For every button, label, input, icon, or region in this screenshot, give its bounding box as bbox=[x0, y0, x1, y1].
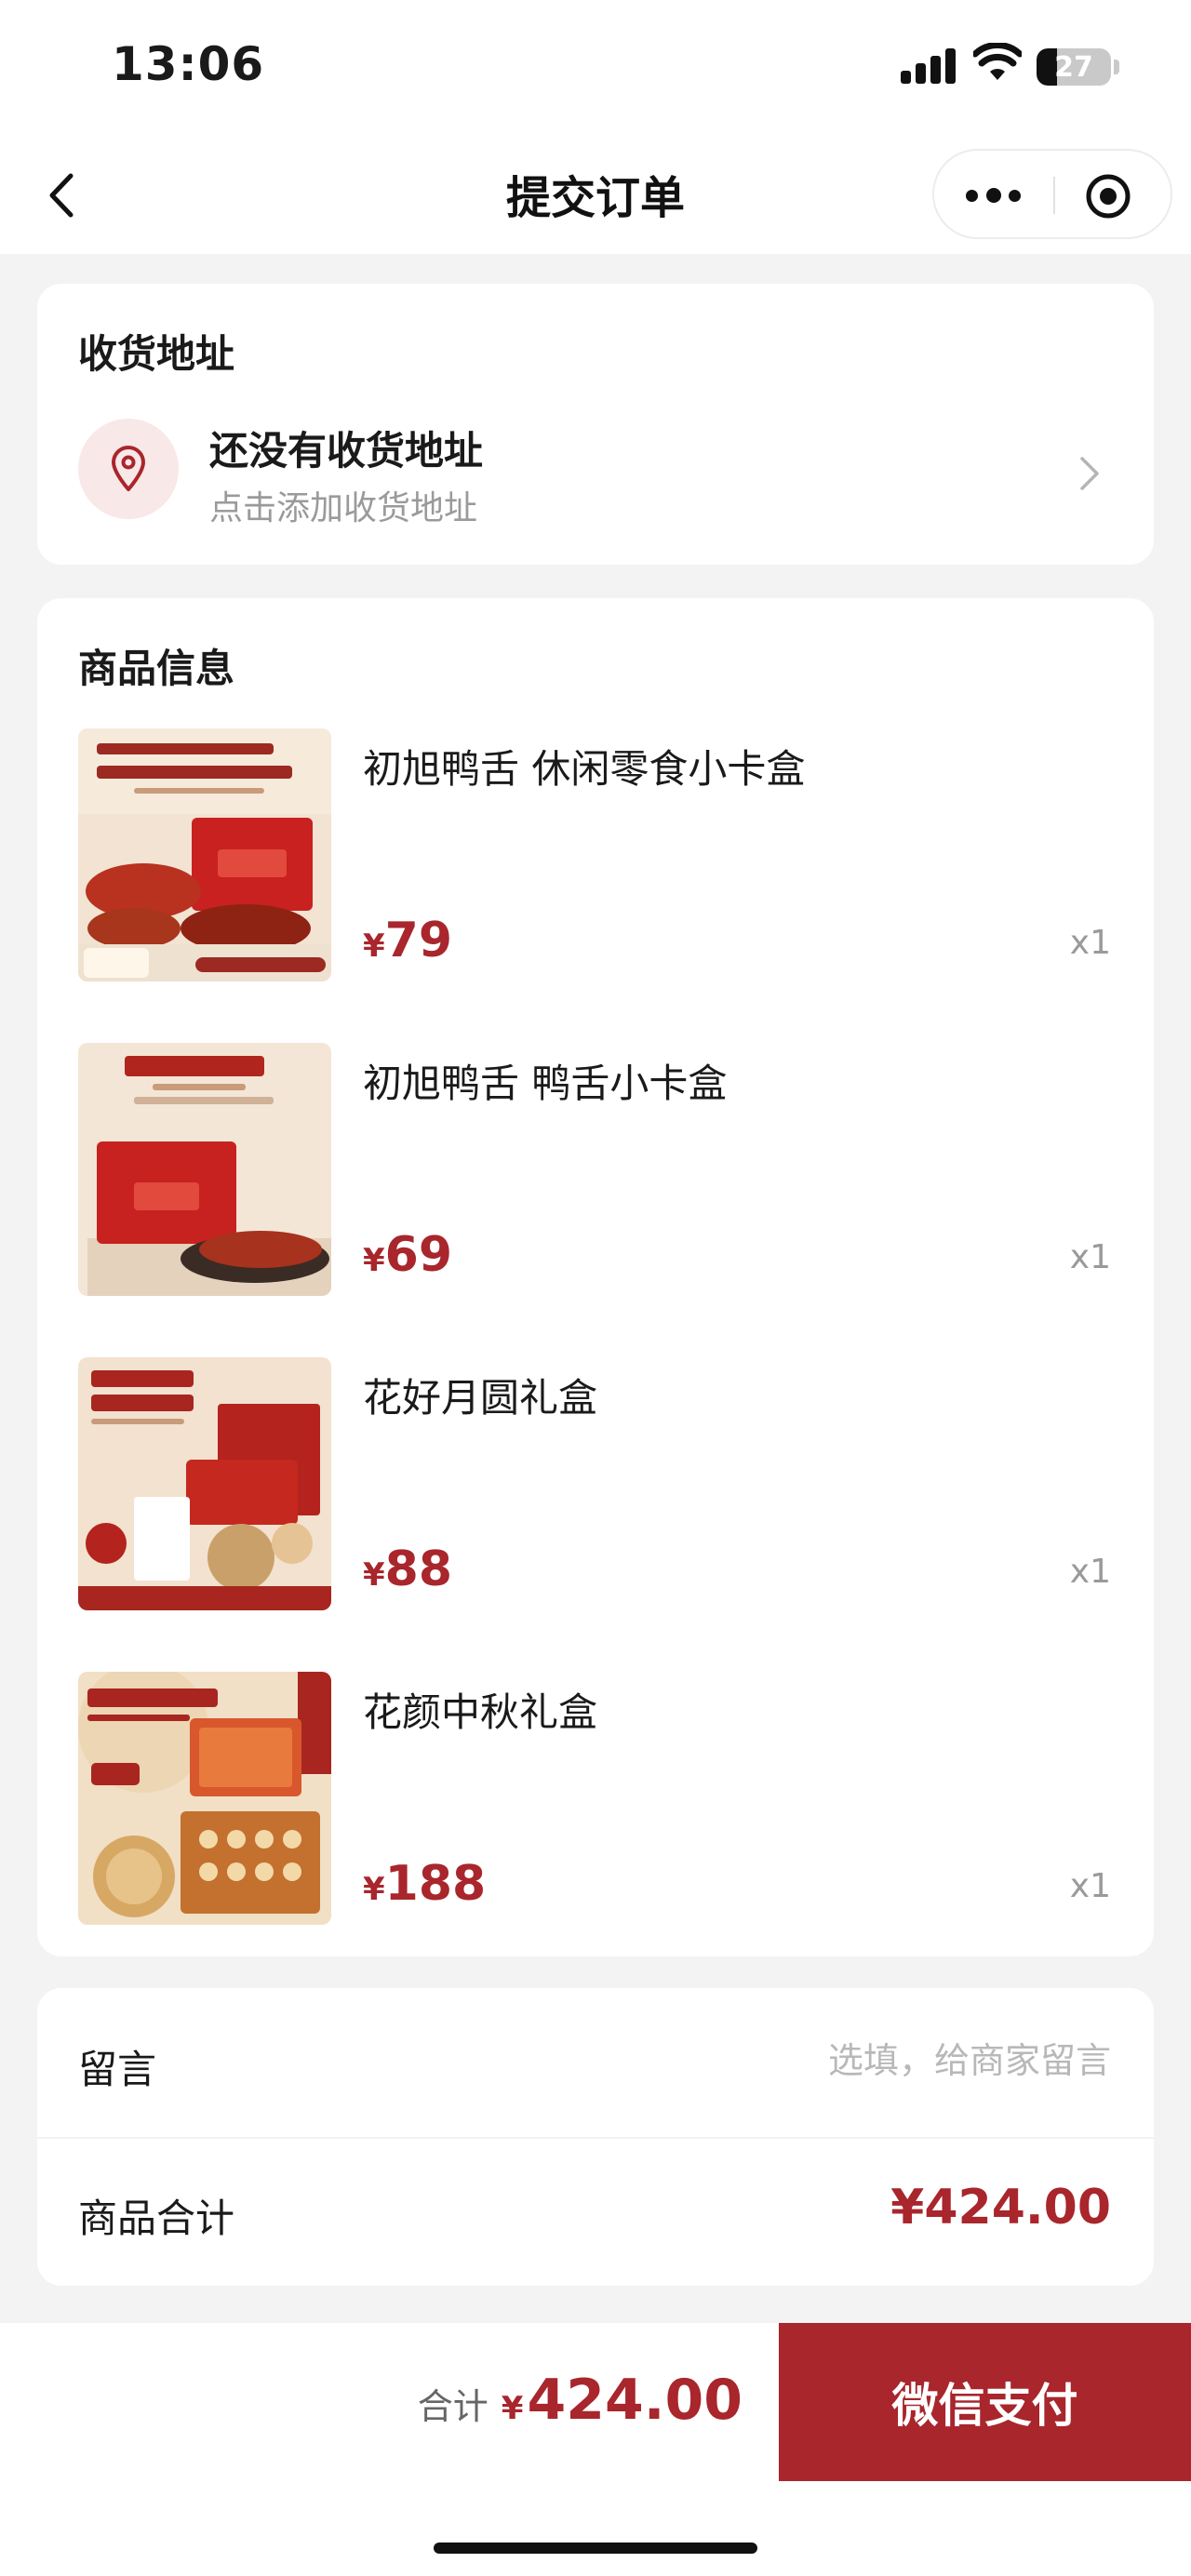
goods-name: 初旭鸭舌 鸭舌小卡盒 bbox=[363, 1061, 728, 1106]
subtotal-value: ¥424.00 bbox=[890, 2180, 1111, 2236]
home-indicator bbox=[434, 2543, 757, 2554]
message-label: 留言 bbox=[78, 2047, 157, 2092]
miniprogram-capsule bbox=[932, 149, 1172, 239]
goods-item[interactable]: 花好月圆礼盒 ¥88 x1 bbox=[37, 1357, 1154, 1610]
goods-item[interactable]: 初旭鸭舌 鸭舌小卡盒 ¥69 x1 bbox=[37, 1043, 1154, 1296]
goods-name: 花好月圆礼盒 bbox=[363, 1375, 598, 1421]
battery-icon: 27 bbox=[1037, 48, 1111, 86]
goods-item[interactable]: 花颜中秋礼盒 ¥188 x1 bbox=[37, 1672, 1154, 1925]
address-empty-hint: 点击添加收货地址 bbox=[209, 489, 478, 527]
wechat-pay-button[interactable]: 微信支付 bbox=[779, 2323, 1191, 2481]
goods-name: 花颜中秋礼盒 bbox=[363, 1689, 598, 1735]
goods-price: ¥69 bbox=[363, 1227, 452, 1283]
goods-price: ¥79 bbox=[363, 913, 452, 968]
goods-quantity: x1 bbox=[1069, 1553, 1111, 1591]
price-amount: 79 bbox=[384, 913, 453, 968]
order-summary-card: 留言 商品合计 ¥424.00 bbox=[37, 1988, 1154, 2286]
message-input[interactable] bbox=[590, 2035, 1111, 2087]
product-image bbox=[78, 1672, 331, 1925]
goods-name: 初旭鸭舌 休闲零食小卡盒 bbox=[363, 746, 806, 792]
total-label: 合计 bbox=[417, 2386, 488, 2427]
checkout-bar: 合计 ¥ 424.00 微信支付 bbox=[0, 2323, 1191, 2576]
battery-level: 27 bbox=[1054, 50, 1093, 84]
price-currency: ¥ bbox=[363, 1871, 385, 1908]
close-miniprogram-icon[interactable] bbox=[1083, 171, 1133, 221]
status-time: 13:06 bbox=[112, 37, 265, 91]
nav-bar: 提交订单 bbox=[0, 135, 1191, 254]
battery-tip bbox=[1114, 60, 1119, 74]
address-section-title: 收货地址 bbox=[78, 331, 235, 377]
cellular-signal-icon bbox=[901, 47, 957, 84]
product-image bbox=[78, 1043, 331, 1296]
goods-item[interactable]: 初旭鸭舌 休闲零食小卡盒 ¥79 x1 bbox=[37, 728, 1154, 981]
price-amount: 69 bbox=[384, 1227, 453, 1283]
capsule-divider bbox=[1053, 177, 1055, 214]
goods-card: 商品信息 初旭鸭舌 休闲零食小卡盒 ¥79 x1 初旭鸭舌 鸭舌小卡盒 ¥69 … bbox=[37, 598, 1154, 1956]
product-image bbox=[78, 1357, 331, 1610]
chevron-right-icon bbox=[1080, 457, 1099, 490]
address-empty-title: 还没有收货地址 bbox=[209, 428, 484, 474]
subtotal-label: 商品合计 bbox=[78, 2196, 235, 2241]
location-pin-badge bbox=[78, 419, 179, 519]
price-currency: ¥ bbox=[363, 928, 385, 965]
message-row: 留言 bbox=[37, 1988, 1154, 2139]
location-pin-icon bbox=[112, 446, 145, 491]
status-bar: 13:06 27 bbox=[0, 0, 1191, 135]
address-card[interactable]: 收货地址 还没有收货地址 点击添加收货地址 bbox=[37, 284, 1154, 565]
goods-price: ¥88 bbox=[363, 1542, 452, 1597]
price-currency: ¥ bbox=[363, 1556, 385, 1594]
more-options-button[interactable] bbox=[962, 173, 1027, 218]
product-image bbox=[78, 728, 331, 981]
price-amount: 188 bbox=[384, 1856, 487, 1912]
subtotal-row: 商品合计 ¥424.00 bbox=[37, 2137, 1154, 2286]
total-currency: ¥ bbox=[501, 2390, 524, 2427]
price-amount: 88 bbox=[384, 1542, 453, 1597]
goods-quantity: x1 bbox=[1069, 1867, 1111, 1905]
total-amount: 424.00 bbox=[527, 2368, 743, 2433]
goods-section-title: 商品信息 bbox=[78, 646, 235, 691]
wifi-icon bbox=[973, 43, 1022, 80]
order-total: 合计 ¥ 424.00 bbox=[418, 2368, 743, 2433]
goods-quantity: x1 bbox=[1069, 924, 1111, 962]
price-currency: ¥ bbox=[363, 1242, 385, 1279]
goods-price: ¥188 bbox=[363, 1856, 486, 1912]
goods-quantity: x1 bbox=[1069, 1238, 1111, 1276]
